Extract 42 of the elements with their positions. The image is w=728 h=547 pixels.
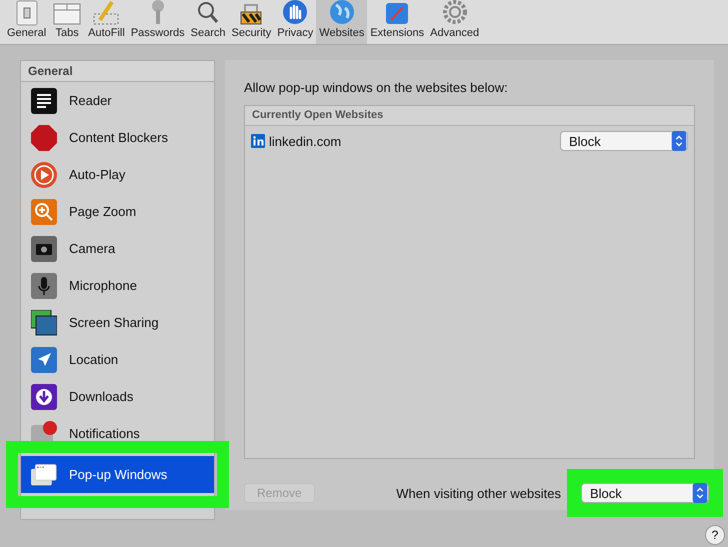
sidebar-item[interactable]: Reader (21, 82, 214, 119)
sidebar-item[interactable]: Content Blockers (21, 119, 214, 156)
zoom-icon (31, 198, 57, 224)
site-name: linkedin.com (269, 134, 342, 148)
in-logo-icon (251, 134, 265, 148)
sidebar-item[interactable]: Camera (21, 230, 214, 267)
toolbar-tab[interactable]: Privacy (274, 0, 316, 44)
sidebar-item[interactable]: Page Zoom (21, 193, 214, 230)
stop-sign-icon (31, 124, 57, 150)
stepper-icon (692, 483, 708, 503)
toolbar-tab[interactable]: Tabs (49, 0, 86, 44)
prompt-text: Allow pop-up windows on the websites below: (244, 80, 509, 95)
pencil-icon (91, 0, 122, 26)
default-dropdown[interactable]: Block (581, 483, 709, 503)
sidebar-item[interactable]: Downloads (21, 378, 214, 415)
toolbar-tab[interactable]: AutoFill (85, 0, 128, 44)
toolbar-tab[interactable]: Passwords (128, 0, 188, 44)
toolbar-tab[interactable]: Extensions (367, 0, 428, 44)
stepper-icon (671, 131, 687, 151)
toolbar-tab[interactable]: Websites (316, 0, 368, 44)
toolbar-tab[interactable]: General (4, 0, 50, 44)
toolbar-tab[interactable]: Search (188, 0, 228, 44)
sidebar-header: General (21, 61, 214, 82)
table-header: Currently Open Websites (245, 106, 694, 126)
toolbar-tab[interactable]: Advanced (427, 0, 482, 44)
sidebar-item[interactable]: Notifications (21, 415, 214, 452)
play-icon (31, 162, 57, 188)
sidebar-item[interactable]: Location (21, 341, 214, 378)
download-icon (31, 384, 57, 410)
help-button[interactable]: ? (705, 525, 725, 545)
sidebar-item[interactable]: Auto-Play (21, 156, 214, 193)
camera-icon (31, 236, 57, 262)
sidebar-item[interactable]: Screen Sharing (21, 304, 214, 341)
microphone-icon (31, 272, 57, 298)
sidebar-item[interactable]: Microphone (21, 267, 214, 304)
text-lines-icon (31, 88, 57, 114)
screens-icon (31, 310, 57, 336)
default-label: When visiting other websites (396, 486, 561, 500)
sidebar-item[interactable]: Pop-up Windows (21, 456, 214, 493)
windows-icon (31, 462, 57, 488)
toolbar-tab[interactable]: Security (228, 0, 274, 44)
setting-dropdown[interactable]: Block (560, 131, 688, 151)
